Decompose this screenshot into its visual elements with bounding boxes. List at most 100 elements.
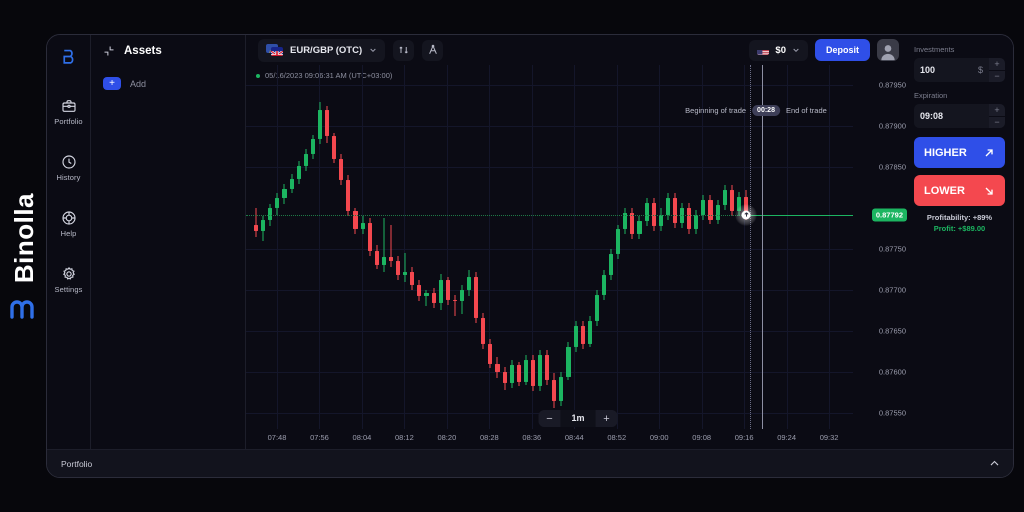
help-circle-icon	[61, 210, 77, 226]
candle	[495, 65, 499, 429]
candle	[325, 65, 329, 429]
balance-amount: $0	[775, 45, 786, 56]
deposit-button[interactable]: Deposit	[815, 39, 870, 61]
timeframe-decrease-button[interactable]: −	[538, 410, 560, 427]
sidebar-item-history[interactable]: History	[47, 143, 91, 182]
candle	[545, 65, 549, 429]
timeframe-value: 1m	[560, 410, 595, 427]
candle	[538, 65, 542, 429]
candle	[311, 65, 315, 429]
candle	[645, 65, 649, 429]
binolla-b-icon[interactable]	[56, 43, 82, 69]
sidebar-item-settings[interactable]: Settings	[47, 255, 91, 294]
expiration-increase-button[interactable]: +	[989, 104, 1005, 117]
higher-label: HIGHER	[924, 147, 967, 159]
investments-stepper: + −	[989, 58, 1005, 82]
sidebar-item-portfolio[interactable]: Portfolio	[47, 87, 91, 126]
expiration-value: 09:08	[920, 111, 943, 121]
chevron-up-icon[interactable]	[989, 458, 1000, 469]
candle	[574, 65, 578, 429]
binolla-logo-icon	[10, 297, 38, 319]
asset-selector[interactable]: EUR/GBP (OTC)	[258, 39, 385, 62]
us-flag-icon	[757, 46, 769, 55]
candle	[595, 65, 599, 429]
brand-rail: Binolla	[0, 0, 48, 512]
candle	[481, 65, 485, 429]
countdown-badge: 00:28	[752, 105, 780, 116]
candle	[701, 65, 705, 429]
timeframe-control[interactable]: −1m+	[538, 410, 617, 427]
avatar[interactable]	[877, 39, 899, 61]
candle	[652, 65, 656, 429]
profitability-text: Profitability: +89%	[914, 213, 1005, 222]
candle	[687, 65, 691, 429]
price-tick: 0.87550	[879, 408, 906, 417]
candle	[503, 65, 507, 429]
price-tick: 0.87900	[879, 122, 906, 131]
timeframe-increase-button[interactable]: +	[596, 410, 618, 427]
balance-selector[interactable]: $0	[749, 40, 808, 61]
time-tick: 08:20	[437, 433, 456, 442]
candle	[332, 65, 336, 429]
price-tick: 0.87750	[879, 245, 906, 254]
drawing-tools-button[interactable]	[422, 40, 443, 61]
investments-input[interactable]: 100 $	[914, 58, 989, 82]
avatar-icon	[878, 41, 898, 61]
sidebar-item-help[interactable]: Help	[47, 199, 91, 238]
assets-title: Assets	[124, 45, 162, 57]
time-tick: 08:04	[353, 433, 372, 442]
trade-panel: Investments 100 $ + − Expiration 09:08	[910, 35, 1013, 449]
candle	[659, 65, 663, 429]
arrow-down-right-icon	[983, 185, 995, 197]
candle	[723, 65, 727, 429]
arrow-up-right-icon	[983, 147, 995, 159]
candle	[623, 65, 627, 429]
candle	[353, 65, 357, 429]
higher-button[interactable]: HIGHER	[914, 137, 1005, 168]
end-of-trade-label: End of trade	[786, 106, 827, 115]
portfolio-bar[interactable]: Portfolio	[47, 449, 1013, 477]
investments-decrease-button[interactable]: −	[989, 71, 1005, 83]
candle	[581, 65, 585, 429]
clock-icon	[61, 154, 77, 170]
price-tick: 0.87700	[879, 285, 906, 294]
brand-name: Binolla	[9, 193, 40, 283]
indicators-button[interactable]	[393, 40, 414, 61]
price-tick: 0.87850	[879, 163, 906, 172]
candle	[297, 65, 301, 429]
expiration-input[interactable]: 09:08	[914, 104, 989, 128]
expiration-field[interactable]: 09:08 + −	[914, 104, 1005, 128]
grid-line	[787, 65, 788, 429]
investments-value: 100	[920, 65, 935, 75]
profit-text: Profit: +$89.00	[914, 224, 1005, 233]
expiration-decrease-button[interactable]: −	[989, 117, 1005, 129]
candlestick-plot[interactable]: 05/16/2023 09:06:31 AM (UTC+03:00) Begin…	[246, 65, 853, 429]
asset-name: EUR/GBP (OTC)	[290, 45, 362, 56]
collapse-icon[interactable]	[103, 45, 115, 57]
candle	[446, 65, 450, 429]
add-asset-button[interactable]: + Add	[103, 77, 233, 90]
current-price-badge: 0.87792	[872, 208, 907, 221]
chart-area[interactable]: 05/16/2023 09:06:31 AM (UTC+03:00) Begin…	[246, 65, 910, 429]
end-of-trade-line	[762, 65, 763, 429]
candle	[510, 65, 514, 429]
gear-icon	[61, 266, 77, 282]
investments-label: Investments	[914, 45, 1005, 54]
time-tick: 08:36	[522, 433, 541, 442]
investments-increase-button[interactable]: +	[989, 58, 1005, 71]
time-tick: 08:28	[480, 433, 499, 442]
time-tick: 07:56	[310, 433, 329, 442]
price-tick: 0.87950	[879, 81, 906, 90]
candle	[744, 65, 748, 429]
candle	[730, 65, 734, 429]
lower-button[interactable]: LOWER	[914, 175, 1005, 206]
candle	[396, 65, 400, 429]
candle	[361, 65, 365, 429]
candle	[439, 65, 443, 429]
time-tick: 08:44	[565, 433, 584, 442]
time-axis: 07:4807:5608:0408:1208:2008:2808:3608:44…	[246, 429, 910, 449]
beginning-of-trade-line	[750, 65, 751, 429]
price-axis[interactable]: 0.879500.879000.878500.877500.877000.876…	[853, 65, 910, 429]
time-tick: 07:48	[268, 433, 287, 442]
investments-field[interactable]: 100 $ + −	[914, 58, 1005, 82]
